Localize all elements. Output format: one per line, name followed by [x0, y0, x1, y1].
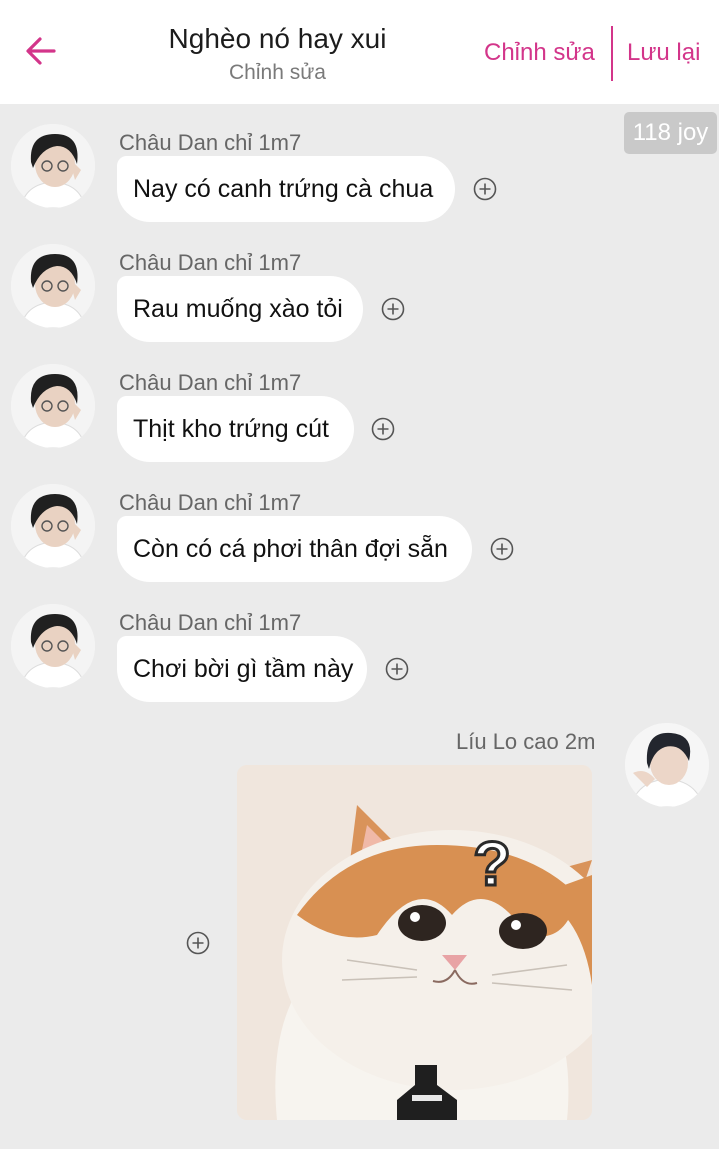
- sender-name: Châu Dan chỉ 1m7: [119, 250, 302, 275]
- message-bubble[interactable]: Còn có cá phơi thân đợi sẵn: [117, 516, 472, 582]
- sender-name: Châu Dan chỉ 1m7: [119, 610, 302, 635]
- sender-avatar[interactable]: [11, 124, 95, 208]
- sender-name: Châu Dan chỉ 1m7: [119, 130, 302, 155]
- message-bubble[interactable]: Chơi bời gì tầm này: [117, 636, 367, 702]
- plus-circle-icon[interactable]: [186, 931, 210, 955]
- message-bubble[interactable]: Thịt kho trứng cút: [117, 396, 354, 462]
- sender-name: Châu Dan chỉ 1m7: [119, 370, 302, 395]
- confused-cat-sticker[interactable]: ?: [237, 765, 592, 1120]
- plus-circle-icon[interactable]: [381, 297, 405, 321]
- message-row: Châu Dan chỉ 1m7 Rau muống xào tỏi: [0, 240, 719, 360]
- my-avatar[interactable]: [625, 723, 709, 807]
- message-row: Châu Dan chỉ 1m7 Chơi bời gì tầm này: [0, 600, 719, 720]
- question-mark-glyph: ?: [473, 830, 511, 899]
- plus-circle-icon[interactable]: [385, 657, 409, 681]
- message-bubble[interactable]: Nay có canh trứng cà chua: [117, 156, 455, 222]
- plus-circle-icon[interactable]: [473, 177, 497, 201]
- message-row: Châu Dan chỉ 1m7 Nay có canh trứng cà ch…: [0, 120, 719, 240]
- back-button[interactable]: [18, 28, 64, 74]
- sender-avatar[interactable]: [11, 484, 95, 568]
- sender-name: Líu Lo cao 2m: [456, 729, 596, 754]
- chat-title: Nghèo nó hay xui: [168, 23, 387, 54]
- title-block: Nghèo nó hay xui Chỉnh sửa: [120, 22, 435, 86]
- message-row: Châu Dan chỉ 1m7 Thịt kho trứng cút: [0, 360, 719, 480]
- header-divider: [611, 26, 613, 81]
- message-bubble[interactable]: Rau muống xào tỏi: [117, 276, 363, 342]
- message-row: Châu Dan chỉ 1m7 Còn có cá phơi thân đợi…: [0, 480, 719, 600]
- chat-header: Nghèo nó hay xui Chỉnh sửa Chỉnh sửa Lưu…: [0, 0, 719, 104]
- save-button[interactable]: Lưu lại: [627, 38, 700, 68]
- plus-circle-icon[interactable]: [371, 417, 395, 441]
- sender-avatar[interactable]: [11, 604, 95, 688]
- sender-avatar[interactable]: [11, 364, 95, 448]
- plus-circle-icon[interactable]: [490, 537, 514, 561]
- edit-button[interactable]: Chỉnh sửa: [484, 38, 595, 68]
- sender-name: Châu Dan chỉ 1m7: [119, 490, 302, 515]
- chat-subtitle: Chỉnh sửa: [229, 61, 326, 84]
- sender-avatar[interactable]: [11, 244, 95, 328]
- arrow-left-icon: [26, 37, 56, 65]
